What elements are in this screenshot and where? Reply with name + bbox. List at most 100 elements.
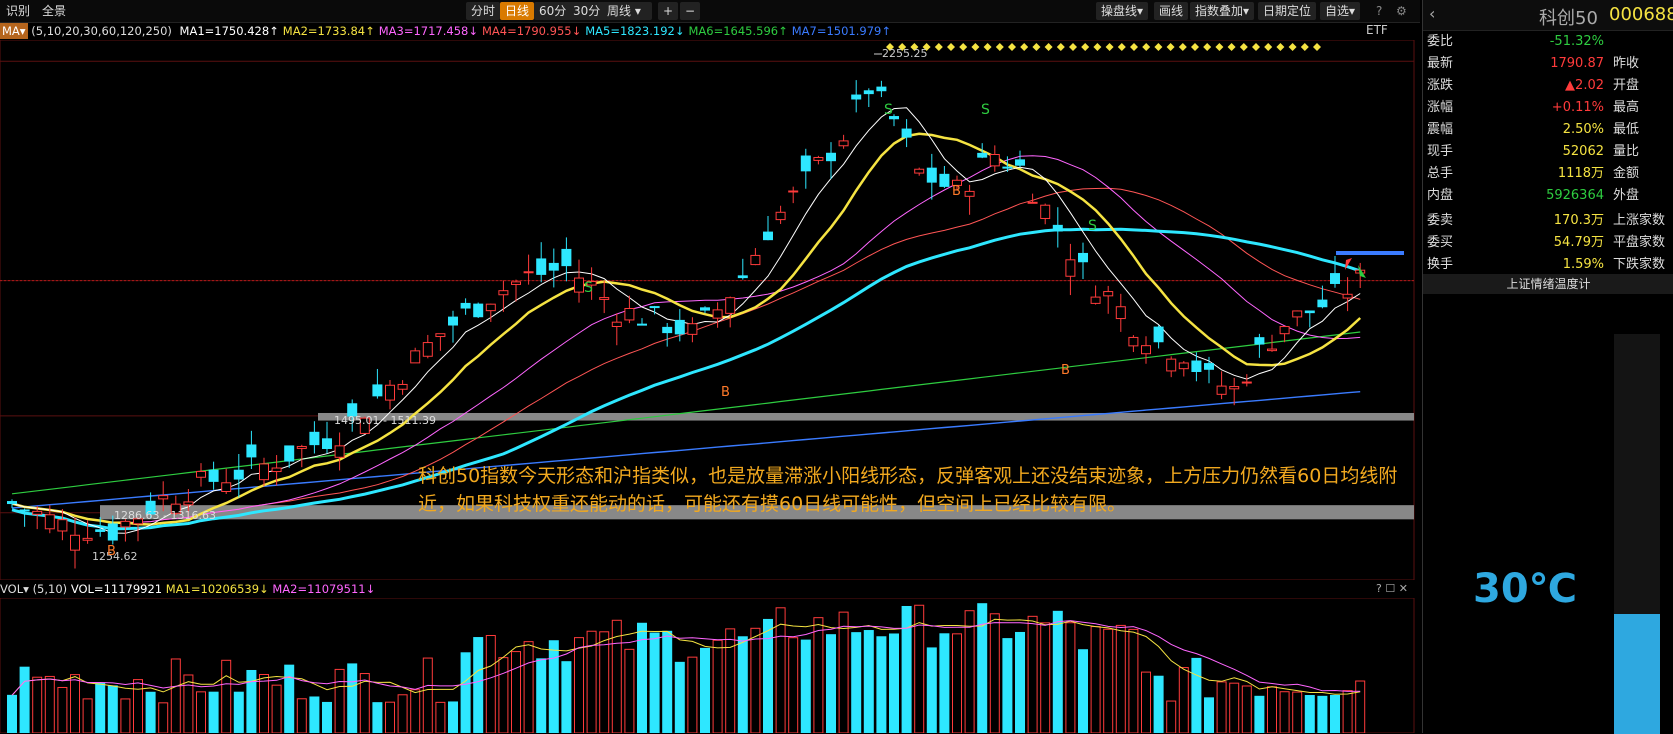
volume-bar [1090, 626, 1101, 733]
candle-body [32, 510, 43, 515]
buy-signal-label: B [1061, 363, 1070, 378]
candle-body [1204, 363, 1214, 370]
quote-label: 总手 [1427, 166, 1454, 181]
period-tab-weekly[interactable]: 周线 ▾ [602, 2, 652, 20]
candle-body [1342, 293, 1353, 299]
ma-value-7: MA7=1501.979↑ [791, 24, 891, 38]
volume-bar [700, 647, 710, 733]
ma-value-2: MA2=1733.84↑ [282, 24, 375, 38]
candle-body [750, 254, 761, 266]
quote-value: 2.50% [1562, 122, 1604, 137]
vol-indicator-header: VOL▾ (5,10) VOL=11179921 MA1=10206539↓ M… [0, 582, 375, 596]
volume-bar [347, 663, 358, 733]
volume-bar [1254, 695, 1265, 733]
zoom-in-button[interactable]: + [658, 2, 679, 20]
toolbar-watchlist[interactable]: 自选▾ [1320, 2, 1361, 20]
quote-right-label: 上涨家数 [1613, 213, 1666, 228]
vol-panel-controls[interactable]: ? ☐ ✕ [1376, 582, 1408, 595]
candle-body [1040, 204, 1051, 219]
signal-diamond [995, 43, 1004, 51]
volume-bar [826, 634, 836, 733]
candle-body [435, 333, 446, 338]
ma-indicator-select[interactable]: MA▾ [0, 23, 28, 39]
toolbar-draw-line[interactable]: 画线 [1154, 2, 1189, 20]
quote-row: 涨幅 +0.11% 最高 [1423, 97, 1673, 119]
candle-body [826, 152, 836, 162]
signal-diamond [1008, 43, 1016, 51]
volume-bar [70, 674, 80, 733]
period-tab-30min[interactable]: 30分 [568, 2, 606, 20]
period-tab-daily[interactable]: 日线 [500, 2, 535, 20]
quote-row: 总手 1118万 金额 [1423, 163, 1673, 185]
quote-row: 内盘 5926364 外盘 [1423, 185, 1673, 207]
toolbar-operation-line[interactable]: 操盘线▾ [1096, 2, 1149, 20]
candle-body [284, 445, 295, 462]
quote-row: 震幅 2.50% 最低 [1423, 119, 1673, 141]
volume-bar [750, 627, 761, 733]
volume-bar [901, 605, 912, 733]
signal-diamond [1191, 43, 1199, 51]
vol-indicator-select[interactable]: VOL▾ [0, 582, 29, 596]
signal-diamond [1239, 43, 1248, 51]
candle-body [1178, 362, 1189, 370]
quote-right-label: 金额 [1613, 166, 1640, 181]
period-tab-timeshare[interactable]: 分时 [466, 2, 501, 20]
candle-body [649, 306, 660, 309]
back-icon[interactable]: ‹ [1429, 4, 1435, 23]
volume-bar [813, 617, 824, 733]
candle-body [1330, 273, 1340, 284]
zoom-out-button[interactable]: − [680, 2, 701, 20]
volume-bar [737, 636, 748, 733]
toolbar-operation-line-label: 操盘线 [1101, 4, 1138, 18]
candle-body [914, 168, 925, 174]
volume-bar [183, 674, 194, 733]
chevron-down-icon: ▾ [1137, 4, 1144, 18]
candle-body [1292, 310, 1303, 318]
toolbar-item-recognize[interactable]: 识别 [6, 2, 30, 20]
candle-body [1279, 326, 1290, 335]
help-icon[interactable]: ? [1376, 2, 1382, 20]
volume-bar [989, 613, 1000, 733]
candle-body [964, 190, 975, 197]
toolbar-item-panorama[interactable]: 全景 [42, 2, 66, 20]
volume-bar [448, 701, 458, 733]
volume-bar [32, 676, 43, 733]
toolbar-date-locate[interactable]: 日期定位 [1258, 2, 1317, 20]
period-tab-60min[interactable]: 60分 [534, 2, 572, 20]
candle-body [926, 167, 937, 183]
sell-signal-label: S [981, 102, 990, 118]
volume-bar [1052, 610, 1063, 733]
quote-right-label: 外盘 [1613, 188, 1640, 203]
volume-chart[interactable] [0, 598, 1420, 733]
volume-bar [1292, 691, 1303, 733]
candle-body [1229, 386, 1240, 390]
quote-row: 最新 1790.87 昨收 [1423, 53, 1673, 75]
candle-body [498, 290, 509, 296]
candle-body [548, 262, 559, 271]
volume-bar [95, 682, 106, 733]
candle-body [7, 501, 17, 505]
vol-ma2: MA2=11079511↓ [272, 582, 375, 596]
candle-body [1128, 336, 1139, 347]
signal-diamond [1313, 43, 1321, 51]
quote-row: 委卖 170.3万 上涨家数 [1423, 210, 1673, 232]
sentiment-temperature: 30℃ [1473, 566, 1578, 612]
ma-value-4: MA4=1790.955↓ [481, 24, 582, 38]
volume-bar [1002, 638, 1013, 733]
candle-body [1078, 252, 1088, 263]
candle-body [939, 173, 950, 187]
candle-body [397, 383, 408, 390]
volume-bar [1216, 681, 1227, 733]
toolbar-index-overlay[interactable]: 指数叠加▾ [1190, 2, 1255, 20]
signal-diamond [983, 43, 992, 51]
signal-diamond [971, 43, 980, 51]
signal-diamond [1093, 43, 1102, 51]
candle-body [1090, 296, 1101, 304]
quote-label: 现手 [1427, 144, 1454, 159]
candle-body [989, 154, 1000, 167]
settings-icon[interactable]: ⚙ [1396, 2, 1407, 20]
chevron-down-icon: ▾ [1349, 4, 1356, 18]
candle-body [851, 94, 862, 100]
signal-diamond [1300, 43, 1309, 51]
candle-body [1027, 201, 1038, 204]
